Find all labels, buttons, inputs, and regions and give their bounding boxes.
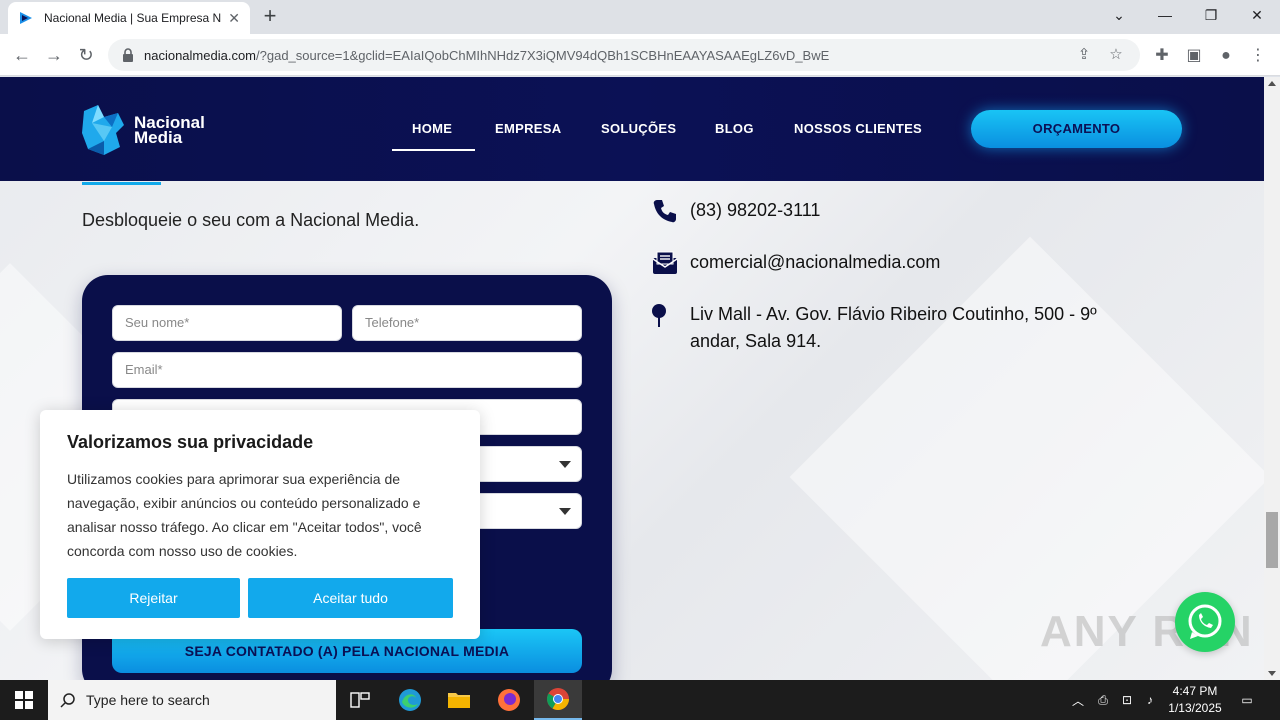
extensions-icon[interactable]: ✚	[1151, 45, 1173, 67]
location-pin-icon	[652, 304, 666, 327]
windows-taskbar: Type here to search ︿ ⎙ ⊡ ♪ 4:47 PM 1/13…	[0, 680, 1280, 720]
task-view-button[interactable]	[336, 680, 384, 720]
volume-icon[interactable]: ♪	[1141, 680, 1159, 720]
scrollbar-thumb[interactable]	[1266, 512, 1278, 568]
browser-tab[interactable]: Nacional Media | Sua Empresa N ✕	[8, 2, 250, 34]
address-bar[interactable]: nacionalmedia.com/?gad_source=1&gclid=EA…	[108, 39, 1140, 71]
clock-date: 1/13/2025	[1168, 701, 1222, 715]
tab-search-icon[interactable]: ⌄	[1096, 0, 1142, 30]
contact-phone: (83) 98202-3111	[651, 197, 1150, 225]
section-accent-line	[82, 182, 161, 185]
web-page: Nacional Media HOME EMPRESA SOLUÇÕES BLO…	[0, 77, 1264, 680]
menu-kebab-icon[interactable]: ⋮	[1247, 45, 1269, 67]
taskbar-clock[interactable]: 4:47 PM 1/13/2025	[1160, 683, 1230, 717]
new-tab-button[interactable]: +	[258, 4, 282, 28]
edge-icon	[399, 689, 421, 711]
cookie-consent-dialog: Valorizamos sua privacidade Utilizamos c…	[40, 410, 480, 639]
firefox-icon	[498, 689, 520, 711]
tab-title: Nacional Media | Sua Empresa N	[44, 11, 222, 25]
orcamento-button[interactable]: ORÇAMENTO	[971, 110, 1182, 148]
contact-address: Liv Mall - Av. Gov. Flávio Ribeiro Couti…	[651, 301, 1150, 355]
restore-button[interactable]: ❐	[1188, 0, 1234, 30]
file-explorer-taskbar-button[interactable]	[435, 680, 483, 720]
bookmark-star-icon[interactable]: ☆	[1106, 45, 1126, 65]
close-window-button[interactable]: ✕	[1234, 0, 1280, 30]
nav-solucoes[interactable]: SOLUÇÕES	[601, 121, 676, 136]
browser-toolbar: ← → ↻ nacionalmedia.com/?gad_source=1&gc…	[0, 34, 1280, 76]
taskbar-search[interactable]: Type here to search	[48, 680, 336, 720]
cookie-text: Utilizamos cookies para aprimorar sua ex…	[67, 471, 422, 559]
reject-cookies-button[interactable]: Rejeitar	[67, 578, 240, 618]
profile-avatar-icon[interactable]: ●	[1215, 45, 1237, 67]
nav-blog[interactable]: BLOG	[715, 121, 754, 136]
minimize-button[interactable]: —	[1142, 0, 1188, 30]
search-placeholder: Type here to search	[86, 692, 210, 708]
start-button[interactable]	[0, 680, 48, 720]
side-panel-icon[interactable]: ▣	[1183, 45, 1205, 67]
browser-tab-bar: Nacional Media | Sua Empresa N ✕ + ⌄ — ❐…	[0, 0, 1280, 34]
clock-time: 4:47 PM	[1172, 684, 1218, 698]
nav-active-indicator	[392, 149, 475, 151]
search-icon	[60, 693, 75, 708]
phone-field[interactable]: Telefone*	[352, 305, 582, 341]
phone-icon	[653, 200, 676, 223]
url-text: nacionalmedia.com/?gad_source=1&gclid=EA…	[144, 47, 830, 63]
reload-button[interactable]: ↻	[74, 43, 98, 67]
contact-phone-text[interactable]: (83) 98202-3111	[690, 197, 1150, 224]
contact-address-text: Liv Mall - Av. Gov. Flávio Ribeiro Couti…	[690, 304, 1097, 351]
whatsapp-icon	[1188, 604, 1222, 639]
share-icon[interactable]: ⇪	[1074, 45, 1094, 65]
whatsapp-button[interactable]	[1175, 592, 1235, 652]
network-icon[interactable]: ⊡	[1118, 680, 1136, 720]
accept-cookies-button[interactable]: Aceitar tudo	[248, 578, 453, 618]
page-scrollbar[interactable]	[1264, 77, 1280, 680]
windows-logo-icon	[15, 691, 33, 709]
logo-text-line2: Media	[134, 128, 183, 147]
chrome-taskbar-button[interactable]	[534, 680, 582, 720]
nav-nossos-clientes[interactable]: NOSSOS CLIENTES	[794, 121, 922, 136]
folder-icon	[448, 693, 470, 708]
wolf-logo-icon	[82, 105, 124, 155]
contact-email: comercial@nacionalmedia.com	[651, 249, 1150, 277]
back-button[interactable]: ←	[10, 43, 34, 67]
cookie-title: Valorizamos sua privacidade	[67, 432, 314, 452]
site-favicon-icon	[20, 12, 32, 24]
name-field[interactable]: Seu nome*	[112, 305, 342, 341]
email-field[interactable]: Email*	[112, 352, 582, 388]
task-view-icon	[350, 692, 370, 708]
lock-icon	[123, 48, 133, 62]
tray-device-icon[interactable]: ⎙	[1094, 680, 1112, 720]
notifications-icon[interactable]: ▭	[1236, 680, 1258, 720]
edge-taskbar-button[interactable]	[386, 680, 434, 720]
chrome-icon	[547, 688, 569, 710]
contact-email-text[interactable]: comercial@nacionalmedia.com	[690, 249, 1150, 276]
site-header: Nacional Media HOME EMPRESA SOLUÇÕES BLO…	[0, 77, 1264, 181]
nav-empresa[interactable]: EMPRESA	[495, 121, 561, 136]
envelope-icon	[652, 251, 678, 274]
forward-button[interactable]: →	[42, 43, 66, 67]
tray-overflow-icon[interactable]: ︿	[1070, 680, 1086, 720]
close-tab-icon[interactable]: ✕	[228, 10, 240, 27]
scroll-up-arrow-icon[interactable]	[1268, 81, 1276, 86]
scroll-down-arrow-icon[interactable]	[1268, 671, 1276, 676]
nav-home[interactable]: HOME	[412, 121, 452, 136]
section-subtitle: Desbloqueie o seu com a Nacional Media.	[82, 210, 420, 230]
site-logo[interactable]: Nacional Media	[78, 103, 205, 157]
firefox-taskbar-button[interactable]	[485, 680, 533, 720]
